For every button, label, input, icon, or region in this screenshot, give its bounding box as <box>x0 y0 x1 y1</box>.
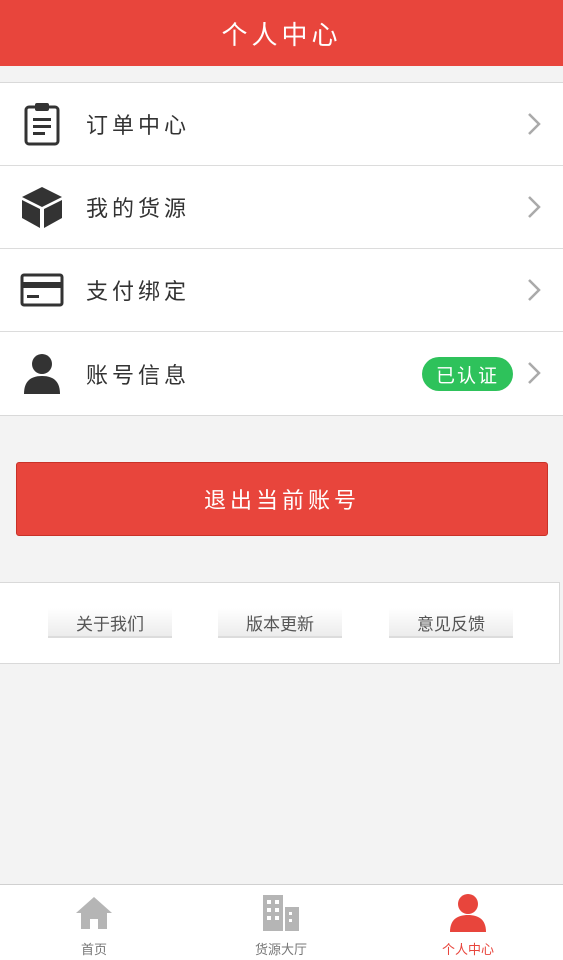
menu-item-label: 订单中心 <box>86 114 191 139</box>
chevron-right-icon <box>528 196 541 218</box>
page-title: 个人中心 <box>221 20 342 51</box>
footer-links: 关于我们 版本更新 意见反馈 <box>0 582 560 664</box>
chevron-right-icon <box>528 279 541 301</box>
tab-label: 首页 <box>80 943 107 958</box>
tab-cargo-hall[interactable]: 货源大厅 <box>211 885 351 960</box>
tab-home[interactable]: 首页 <box>24 885 164 960</box>
menu-list: 订单中心 我的货源 支付绑定 账号信息 已认证 <box>0 82 563 416</box>
box-icon <box>20 185 64 229</box>
version-update-button[interactable]: 版本更新 <box>218 608 342 638</box>
verified-badge: 已认证 <box>421 357 513 391</box>
menu-item-label: 账号信息 <box>86 363 191 389</box>
buildings-icon <box>261 893 301 933</box>
about-us-button[interactable]: 关于我们 <box>48 608 172 638</box>
credit-card-icon <box>20 268 64 312</box>
menu-item-account-info[interactable]: 账号信息 已认证 <box>0 332 563 415</box>
chevron-right-icon <box>528 362 541 384</box>
chevron-right-icon <box>528 113 541 135</box>
logout-button[interactable]: 退出当前账号 <box>16 462 548 536</box>
menu-item-label: 支付绑定 <box>86 280 191 305</box>
feedback-button[interactable]: 意见反馈 <box>389 608 513 638</box>
tab-label: 个人中心 <box>441 943 494 958</box>
menu-item-my-cargo[interactable]: 我的货源 <box>0 166 563 249</box>
home-icon <box>74 893 114 933</box>
tab-profile[interactable]: 个人中心 <box>398 885 538 960</box>
user-icon <box>448 893 488 933</box>
menu-item-label: 我的货源 <box>86 197 191 222</box>
app-header: 个人中心 <box>0 0 563 66</box>
user-icon <box>20 352 64 396</box>
menu-item-payment-binding[interactable]: 支付绑定 <box>0 249 563 332</box>
clipboard-icon <box>20 102 64 146</box>
menu-item-orders[interactable]: 订单中心 <box>0 83 563 166</box>
tab-label: 货源大厅 <box>254 943 307 958</box>
bottom-tab-bar: 首页 货源大厅 个人中心 <box>0 884 563 960</box>
